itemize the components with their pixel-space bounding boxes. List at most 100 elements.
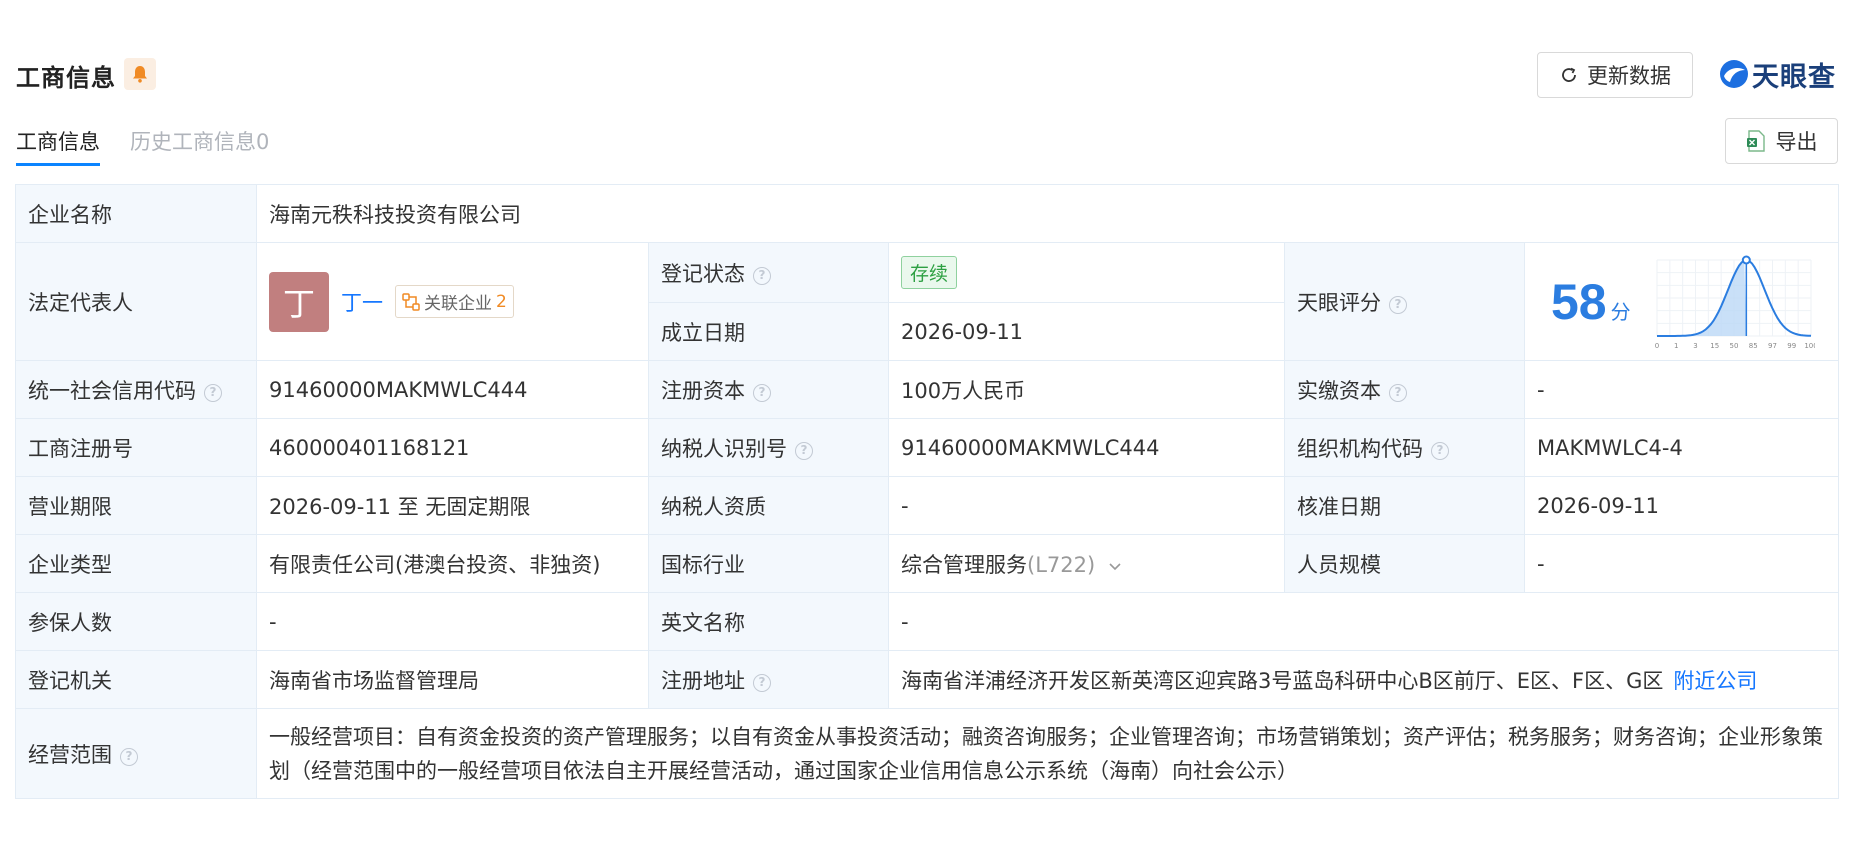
chart-tick-label: 1: [1674, 342, 1678, 350]
approve-date-value: 2026-09-11: [1523, 476, 1840, 535]
legal-rep-cell: 丁 丁一 关联企业 2: [256, 242, 649, 361]
reg-address-value: 海南省洋浦经济开发区新英湾区迎宾路3号蓝岛科研中心B区前厅、E区、F区、G区: [901, 668, 1664, 693]
reg-no-label: 工商注册号: [15, 418, 257, 477]
chart-tick-label: 15: [1710, 342, 1719, 350]
bell-icon[interactable]: [124, 58, 156, 90]
chart-tick-label: 99: [1787, 342, 1796, 350]
tianyancha-logo: 天眼查: [1718, 56, 1836, 93]
staff-size-label: 人员规模: [1284, 534, 1525, 593]
help-icon[interactable]: ?: [120, 747, 138, 766]
found-date-label: 成立日期: [648, 302, 889, 361]
table-row: 登记机关 海南省市场监督管理局 注册地址? 海南省洋浦经济开发区新英湾区迎宾路3…: [15, 650, 1840, 709]
industry-code: (L722): [1027, 552, 1096, 577]
industry-label: 国标行业: [648, 534, 889, 593]
score-cell[interactable]: 58分 0 1 3 15 50 85 97 99 100: [1523, 242, 1840, 361]
chart-tick-label: 85: [1748, 342, 1757, 350]
table-row: 营业期限 2026-09-11 至 无固定期限 纳税人资质 - 核准日期 202…: [15, 476, 1840, 535]
biz-scope-label: 经营范围: [28, 742, 112, 767]
table-row: 法定代表人 丁 丁一 关联企业 2 登记状态? 存续 天眼评分 ? 58 分 0…: [15, 242, 1840, 361]
update-data-label: 更新数据: [1587, 64, 1671, 88]
logo-text: 天眼查: [1752, 61, 1836, 93]
table-row: 工商注册号 460000401168121 纳税人识别号? 91460000MA…: [15, 418, 1840, 477]
reg-authority-label: 登记机关: [15, 650, 257, 709]
org-code-label: 组织机构代码: [1297, 436, 1423, 461]
industry-cell[interactable]: 综合管理服务(L722): [888, 534, 1285, 593]
biz-scope-value: 一般经营项目：自有资金投资的资产管理服务；以自有资金从事投资活动；融资咨询服务；…: [255, 708, 1840, 799]
chart-tick-label: 100: [1804, 342, 1815, 350]
company-name-label: 企业名称: [15, 184, 257, 243]
reg-address-cell: 海南省洋浦经济开发区新英湾区迎宾路3号蓝岛科研中心B区前厅、E区、F区、G区 附近…: [887, 650, 1840, 709]
staff-size-value: -: [1523, 534, 1840, 593]
paid-capital-value: -: [1523, 360, 1840, 419]
related-companies-badge[interactable]: 关联企业 2: [395, 285, 514, 318]
paid-capital-label-cell: 实缴资本?: [1284, 360, 1525, 419]
approve-date-label: 核准日期: [1284, 476, 1525, 535]
refresh-icon: [1562, 67, 1576, 82]
status-badge: 存续: [901, 256, 958, 289]
avatar[interactable]: 丁: [269, 271, 329, 332]
section-title: 工商信息: [16, 64, 116, 92]
taxpayer-id-value: 91460000MAKMWLC444: [888, 418, 1285, 477]
related-count: 2: [496, 291, 507, 312]
reg-capital-value: 100万人民币: [888, 360, 1285, 419]
export-button[interactable]: 导出: [1725, 118, 1838, 164]
help-icon[interactable]: ?: [1431, 441, 1449, 460]
english-name-value: -: [887, 592, 1840, 651]
table-row: 经营范围? 一般经营项目：自有资金投资的资产管理服务；以自有资金从事投资活动；融…: [15, 708, 1840, 799]
biz-scope-label-cell: 经营范围?: [15, 708, 257, 799]
help-icon[interactable]: ?: [204, 383, 222, 402]
logo-mark-icon: [1720, 60, 1748, 88]
taxpayer-id-label: 纳税人识别号: [661, 436, 787, 461]
biz-term-value: 2026-09-11 至 无固定期限: [256, 476, 649, 535]
help-icon[interactable]: ?: [753, 383, 771, 402]
chart-tick-label: 97: [1768, 342, 1777, 350]
chart-tick-label: 50: [1729, 342, 1738, 350]
table-row: 统一社会信用代码? 91460000MAKMWLC444 注册资本? 100万人…: [15, 360, 1840, 419]
tab-bar: 工商信息 历史工商信息0: [16, 120, 269, 166]
reg-capital-label-cell: 注册资本?: [648, 360, 889, 419]
chart-axis-ticks: 0 1 3 15 50 85 97 99 100: [1654, 342, 1814, 350]
taxpayer-id-label-cell: 纳税人识别号?: [648, 418, 889, 477]
help-icon[interactable]: ?: [795, 441, 813, 460]
score-value: 58: [1551, 273, 1607, 330]
reg-address-label: 注册地址: [661, 668, 745, 693]
legal-rep-name-link[interactable]: 丁一: [341, 287, 383, 317]
insured-value: -: [256, 592, 649, 651]
reg-capital-label: 注册资本: [661, 378, 745, 403]
legal-rep-label: 法定代表人: [15, 242, 257, 361]
org-code-label-cell: 组织机构代码?: [1284, 418, 1525, 477]
credit-code-value: 91460000MAKMWLC444: [256, 360, 649, 419]
insured-label: 参保人数: [15, 592, 257, 651]
chart-tick-label: 0: [1654, 342, 1658, 350]
biz-term-label: 营业期限: [15, 476, 257, 535]
org-code-value: MAKMWLC4-4: [1523, 418, 1840, 477]
company-type-label: 企业类型: [15, 534, 257, 593]
industry-value: 综合管理服务: [901, 552, 1027, 577]
help-icon[interactable]: ?: [753, 673, 771, 692]
tianyan-score-label: 天眼评分: [1297, 290, 1381, 315]
reg-no-value: 460000401168121: [256, 418, 649, 477]
excel-icon: [1746, 130, 1765, 152]
company-name-value: 海南元秩科技投资有限公司: [255, 184, 1840, 243]
relation-icon: [402, 292, 420, 311]
update-data-button[interactable]: 更新数据: [1537, 52, 1693, 98]
english-name-label: 英文名称: [648, 592, 889, 651]
score-distribution-chart: 0 1 3 15 50 85 97 99 100: [1654, 255, 1815, 350]
related-label: 关联企业: [424, 294, 492, 314]
reg-status-cell: 存续: [888, 242, 1285, 303]
nearby-companies-link[interactable]: 附近公司: [1673, 669, 1757, 693]
help-icon[interactable]: ?: [1389, 383, 1407, 402]
reg-status-label: 登记状态: [661, 261, 745, 286]
help-icon[interactable]: ?: [753, 266, 771, 285]
chart-tick-label: 3: [1693, 342, 1697, 350]
reg-status-label-cell: 登记状态?: [648, 242, 889, 303]
chevron-down-icon[interactable]: [1108, 562, 1122, 572]
reg-address-label-cell: 注册地址?: [648, 650, 889, 709]
reg-authority-value: 海南省市场监督管理局: [256, 650, 649, 709]
tab-business-info[interactable]: 工商信息: [16, 120, 100, 166]
found-date-value: 2026-09-11: [888, 302, 1285, 361]
help-icon[interactable]: ?: [1389, 295, 1407, 314]
tab-history-business-info[interactable]: 历史工商信息0: [130, 120, 269, 166]
taxpayer-qual-label: 纳税人资质: [648, 476, 889, 535]
credit-code-label-cell: 统一社会信用代码?: [15, 360, 257, 419]
